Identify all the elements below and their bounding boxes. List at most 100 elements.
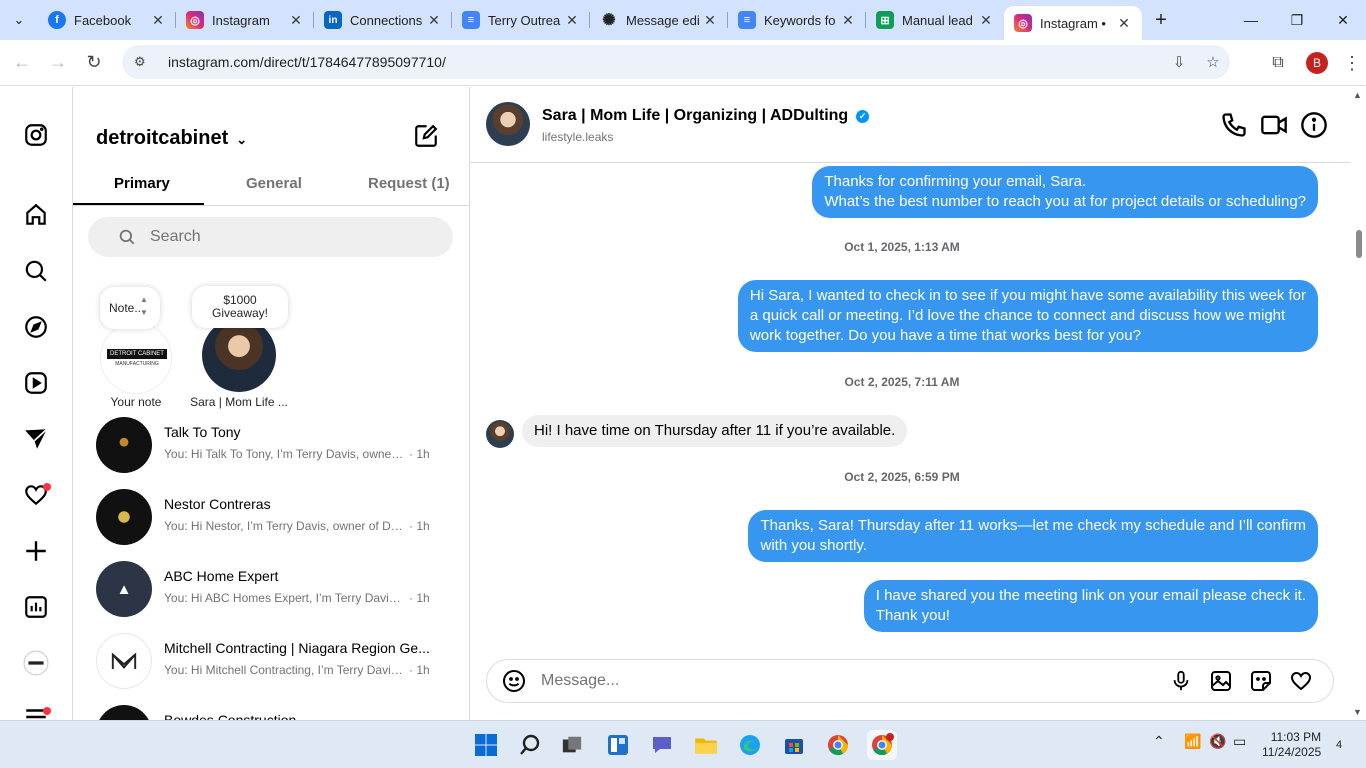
close-tab-icon[interactable]: ✕ [150, 12, 166, 29]
dashboard-icon[interactable] [22, 593, 50, 621]
close-tab-icon[interactable]: ✕ [288, 12, 304, 29]
notification-center-badge[interactable]: 4 [1329, 736, 1349, 754]
account-switcher[interactable]: detroitcabinet ⌄ [96, 127, 247, 150]
outgoing-message[interactable]: Hi Sara, I wanted to check in to see if … [737, 280, 1318, 352]
search-placeholder: Search [150, 228, 201, 245]
sara-note-bubble[interactable]: $1000 Giveaway! [192, 286, 288, 328]
scroll-up-arrow-icon[interactable]: ▲ [1353, 90, 1362, 100]
file-explorer-icon[interactable] [691, 730, 721, 760]
back-icon[interactable]: ← [4, 45, 40, 81]
close-tab-icon[interactable]: ✕ [1116, 15, 1132, 32]
taskbar-clock[interactable]: 11:03 PM 11/24/2025 [1262, 730, 1321, 760]
close-tab-icon[interactable]: ✕ [978, 12, 994, 29]
messages-icon[interactable] [22, 425, 50, 453]
incoming-message[interactable]: Hi! I have time on Thursday after 11 if … [522, 415, 908, 447]
your-note-avatar[interactable]: DETROIT CABINET MANUFACTURING [100, 322, 172, 394]
address-bar[interactable]: ⚙ instagram.com/direct/t/178464778950977… [122, 45, 1230, 79]
outgoing-message[interactable]: Thanks, Sara! Thursday after 11 works—le… [748, 510, 1318, 562]
tab-requests[interactable]: Request (1) [368, 175, 450, 192]
site-info-icon[interactable]: ⚙ [134, 54, 152, 70]
browser-tab[interactable]: ≡ Keywords fo ✕ [728, 0, 866, 40]
sticker-icon[interactable] [1241, 669, 1281, 693]
teams-chat-icon[interactable] [647, 730, 677, 760]
notes-row: DETROIT CABINET MANUFACTURING Note... ▲ ▼… [73, 282, 469, 412]
home-icon[interactable] [22, 201, 50, 229]
tab-title: Terry Outrea [488, 12, 561, 28]
microsoft-store-icon[interactable] [779, 730, 809, 760]
message-input[interactable]: Message... [541, 672, 1161, 690]
extensions-icon[interactable]: ⧉ [1258, 54, 1298, 72]
chat-contact-name[interactable]: Sara | Mom Life | Organizing | ADDulting… [542, 107, 870, 125]
browser-tab[interactable]: in Connections ✕ [314, 0, 452, 40]
image-upload-icon[interactable] [1201, 669, 1241, 693]
browser-menu-icon[interactable]: ⋮ [1338, 53, 1366, 74]
close-tab-icon[interactable]: ✕ [840, 12, 856, 29]
edge-browser-icon[interactable] [735, 730, 765, 760]
new-tab-button[interactable]: + [1142, 9, 1180, 32]
maximize-icon[interactable]: ❐ [1274, 0, 1320, 40]
browser-tab[interactable]: ◎ Instagram ✕ [176, 0, 314, 40]
emoji-icon[interactable] [487, 669, 541, 693]
chat-avatar[interactable] [486, 102, 530, 146]
voice-message-icon[interactable] [1161, 670, 1201, 692]
browser-tab[interactable]: ≡ Terry Outrea ✕ [452, 0, 590, 40]
page-scrollbar[interactable]: ▲ ▼ [1351, 87, 1366, 720]
tab-general[interactable]: General [246, 175, 302, 192]
outgoing-message[interactable]: I have shared you the meeting link on yo… [863, 580, 1318, 632]
windows-start-icon[interactable] [471, 730, 501, 760]
chrome-icon[interactable] [823, 730, 853, 760]
close-tab-icon[interactable]: ✕ [426, 12, 442, 29]
create-icon[interactable] [22, 537, 50, 565]
profile-icon[interactable] [22, 649, 50, 677]
close-tab-icon[interactable]: ✕ [564, 12, 580, 29]
forward-icon[interactable]: → [40, 45, 76, 81]
reels-icon[interactable] [22, 369, 50, 397]
chrome-profile-icon[interactable] [867, 730, 897, 760]
task-view-icon[interactable] [557, 730, 587, 760]
conversation-item[interactable]: Mitchell Contracting | Niagara Region Ge… [73, 625, 469, 697]
instagram-logo-icon[interactable] [22, 121, 50, 149]
search-input[interactable]: Search [88, 217, 453, 257]
close-tab-icon[interactable]: ✕ [702, 12, 718, 29]
conversation-info-icon[interactable] [1300, 111, 1328, 139]
wifi-icon[interactable]: 📶 [1184, 733, 1201, 750]
outgoing-message[interactable]: Thanks for confirming your email, Sara. … [812, 166, 1318, 218]
like-heart-icon[interactable] [1281, 669, 1321, 693]
sender-avatar[interactable] [486, 420, 514, 448]
browser-tab-active[interactable]: ◎ Instagram • ✕ [1004, 6, 1142, 40]
close-window-icon[interactable]: ✕ [1320, 0, 1366, 40]
your-note-bubble[interactable]: Note... [100, 287, 160, 329]
conversation-item[interactable]: Talk To Tony You: Hi Talk To Tony, I’m T… [73, 409, 469, 481]
install-app-icon[interactable]: ⇩ [1162, 53, 1196, 71]
sara-note-avatar[interactable] [202, 318, 276, 392]
new-message-icon[interactable] [413, 123, 439, 149]
bookmark-star-icon[interactable]: ☆ [1196, 53, 1230, 71]
profile-avatar[interactable]: B [1306, 52, 1328, 74]
tab-title: Instagram • [1040, 15, 1106, 31]
tab-primary[interactable]: Primary [114, 175, 170, 192]
conversation-item[interactable]: Nestor Contreras You: Hi Nestor, I’m Ter… [73, 481, 469, 553]
widgets-icon[interactable] [603, 730, 633, 760]
minimize-icon[interactable]: — [1228, 0, 1274, 40]
audio-call-icon[interactable] [1220, 111, 1248, 139]
url-text[interactable]: instagram.com/direct/t/17846477895097710… [168, 54, 1162, 70]
battery-icon[interactable]: ▭ [1233, 733, 1246, 750]
search-icon[interactable] [22, 257, 50, 285]
reload-icon[interactable]: ↻ [76, 45, 112, 81]
tab-search-chevron-icon[interactable]: ⌄ [0, 0, 38, 40]
show-hidden-icons-chevron-icon[interactable]: ⌃ [1153, 733, 1165, 750]
note-scroll-arrows-icon[interactable]: ▲ ▼ [140, 293, 148, 319]
browser-tab[interactable]: f Facebook ✕ [38, 0, 176, 40]
conversation-item[interactable]: Bowdes Construction [73, 697, 469, 720]
video-call-icon[interactable] [1260, 111, 1288, 139]
conversation-avatar [96, 489, 152, 545]
taskbar-search-icon[interactable] [515, 730, 545, 760]
conversation-name: Nestor Contreras [164, 496, 271, 512]
browser-tab[interactable]: ✺ Message edi ✕ [590, 0, 728, 40]
explore-icon[interactable] [22, 313, 50, 341]
scrollbar-thumb[interactable] [1356, 230, 1362, 258]
volume-muted-icon[interactable]: 🔇 [1209, 733, 1226, 750]
scroll-down-arrow-icon[interactable]: ▼ [1353, 707, 1362, 717]
browser-tab[interactable]: ⊞ Manual lead ✕ [866, 0, 1004, 40]
conversation-item[interactable]: ▲ ABC Home Expert You: Hi ABC Homes Expe… [73, 553, 469, 625]
